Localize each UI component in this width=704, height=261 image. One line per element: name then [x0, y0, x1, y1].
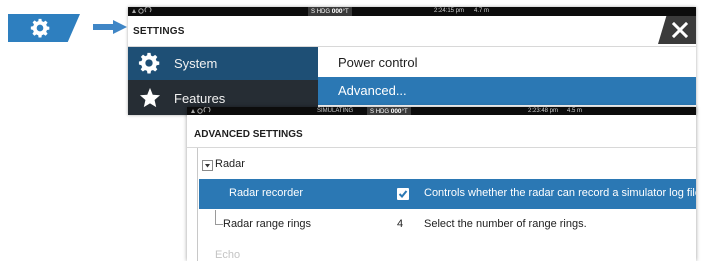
depth-readout: 4.7 m — [474, 8, 490, 14]
menu-item-advanced[interactable]: Advanced... — [318, 77, 696, 105]
arrow-right-icon — [93, 20, 127, 34]
time-readout: 2:24:15 pm — [434, 8, 465, 14]
setting-label: Radar recorder — [229, 187, 303, 199]
group-label: Echo — [215, 249, 241, 261]
checkmark-icon — [398, 190, 408, 198]
page-title: SETTINGS — [133, 26, 185, 37]
menu-item-power-control[interactable]: Power control — [318, 47, 696, 77]
nav-item-system[interactable]: System — [128, 47, 318, 80]
setting-row-radar-recorder[interactable]: Radar recorder Controls whether the rada… — [199, 179, 696, 209]
group-label: Radar — [215, 158, 245, 170]
radar-recorder-checkbox[interactable] — [397, 188, 409, 200]
title-bar: ADVANCED SETTINGS — [187, 115, 696, 148]
tree-guide-line — [197, 148, 198, 261]
gear-icon — [30, 18, 50, 38]
gear-icon — [138, 52, 160, 74]
tree-connector — [215, 224, 223, 225]
close-icon — [672, 22, 688, 38]
tree-connector — [215, 210, 216, 225]
setting-description: Select the number of range rings. — [424, 218, 587, 230]
menu-item-label: Power control — [338, 55, 418, 70]
nav-item-label: Features — [174, 91, 226, 106]
tree-group-echo[interactable]: Echo — [199, 245, 696, 261]
tree-group-radar[interactable]: Radar — [199, 154, 696, 176]
settings-key[interactable] — [8, 14, 80, 42]
setting-description: Controls whether the radar can record a … — [424, 187, 696, 199]
nav-item-label: System — [174, 56, 218, 71]
setting-row-radar-range-rings[interactable]: Radar range rings 4 Select the number of… — [199, 210, 696, 240]
page-title: ADVANCED SETTINGS — [194, 129, 303, 140]
menu-item-label: Advanced... — [338, 83, 407, 98]
star-icon — [139, 87, 161, 108]
title-bar: SETTINGS — [128, 16, 696, 47]
settings-window: S HDG 000°T 2:24:15 pm 4.7 m SETTINGS Sy… — [128, 7, 696, 115]
collapse-toggle[interactable] — [202, 160, 213, 171]
setting-label: Radar range rings — [223, 218, 312, 230]
range-rings-value[interactable]: 4 — [397, 218, 403, 230]
advanced-settings-window: SIMULATING S HDG 000°T 2:23:48 pm 4.5 m … — [187, 107, 696, 261]
triangle-down-icon — [205, 164, 210, 168]
status-bar: S HDG 000°T 2:24:15 pm 4.7 m — [128, 7, 696, 17]
